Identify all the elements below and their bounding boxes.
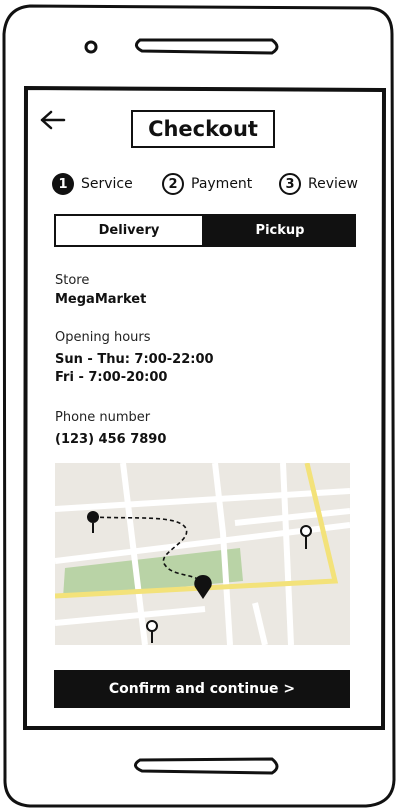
step-review[interactable]: 3 Review <box>279 172 358 196</box>
store-label: Store <box>55 273 90 288</box>
step-payment[interactable]: 2 Payment <box>162 172 252 196</box>
back-arrow-icon[interactable] <box>38 108 68 132</box>
step-number-1: 1 <box>52 173 74 195</box>
step-label-payment: Payment <box>191 176 253 192</box>
store-map[interactable] <box>55 463 350 645</box>
map-graphic <box>55 463 350 645</box>
confirm-continue-button[interactable]: Confirm and continue > <box>54 670 350 708</box>
opening-hours-line-1: Sun - Thu: 7:00-22:00 <box>55 352 214 367</box>
phone-number[interactable]: (123) 456 7890 <box>55 432 166 447</box>
opening-hours-label: Opening hours <box>55 330 151 345</box>
page-title: Checkout <box>131 110 275 148</box>
step-label-review: Review <box>308 176 358 192</box>
step-service[interactable]: 1 Service <box>52 172 133 196</box>
delivery-tab[interactable]: Delivery <box>54 214 204 247</box>
phone-label: Phone number <box>55 410 151 425</box>
step-number-2: 2 <box>162 173 184 195</box>
pickup-tab[interactable]: Pickup <box>204 214 356 247</box>
store-name: MegaMarket <box>55 292 147 307</box>
step-label-service: Service <box>81 176 133 192</box>
step-number-3: 3 <box>279 173 301 195</box>
opening-hours-line-2: Fri - 7:00-20:00 <box>55 370 168 385</box>
